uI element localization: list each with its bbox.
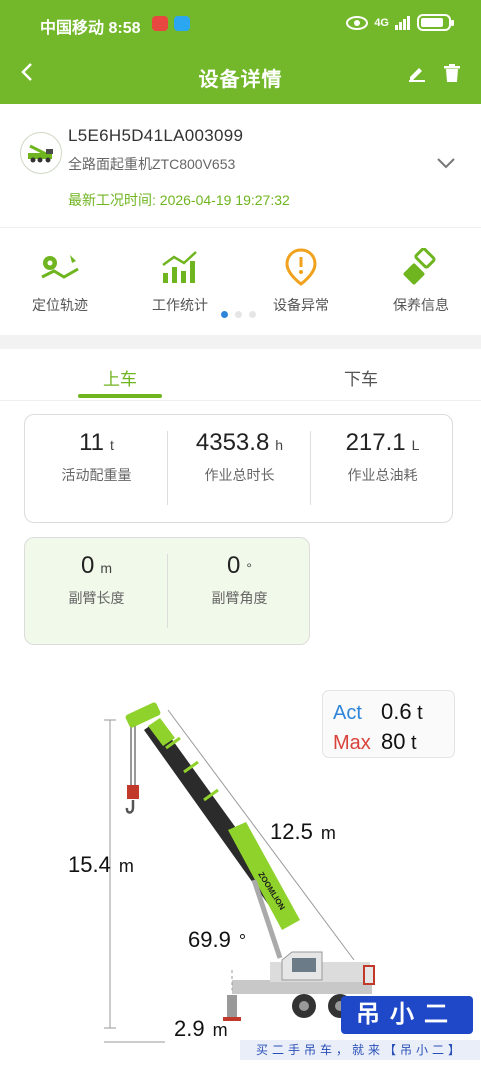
stat-value: 0: [80, 552, 95, 579]
jib-stats-card: 0m 副臂长度 0 ° 副臂角度: [24, 537, 310, 645]
stat-unit: t: [110, 437, 114, 453]
stat-unit: m: [100, 560, 113, 576]
nav-bar: 设备详情: [0, 46, 481, 104]
boom-length: 12.5 m: [270, 819, 336, 844]
stat-value: 217.1: [345, 429, 406, 456]
expand-button[interactable]: [436, 156, 456, 174]
watermark-logo: 吊小二: [341, 996, 473, 1034]
stat-jib-length: 0m 副臂长度: [25, 538, 168, 608]
stat-caption: 作业总油耗: [347, 467, 418, 483]
boom-angle: 69.9 °: [188, 927, 247, 952]
alert-icon: [285, 248, 317, 286]
shortcut-label: 设备异常: [273, 297, 329, 313]
shortcut-device-alert[interactable]: 设备异常: [246, 247, 356, 315]
stat-unit: h: [275, 437, 284, 453]
stat-total-hours: 4353.8 h 作业总时长: [168, 415, 311, 485]
stat-total-fuel: 217.1 L 作业总油耗: [311, 415, 454, 485]
page-dot: [249, 311, 256, 318]
device-avatar: [20, 132, 62, 174]
stat-value: 0: [227, 552, 241, 579]
notification-app-icon: [152, 16, 168, 31]
device-model: 全路面起重机ZTC800V653: [68, 156, 236, 172]
device-info-card[interactable]: L5E6H5D41LA003099 全路面起重机ZTC800V653 最新工况时…: [0, 104, 481, 228]
shortcut-label: 定位轨迹: [32, 297, 88, 313]
load-indicator: Act 0.6 t Max 80 t: [322, 690, 455, 758]
shortcut-label: 工作统计: [152, 297, 208, 313]
status-indicators: 4G: [346, 14, 454, 31]
pencil-icon: [409, 68, 425, 82]
status-carrier-time: 中国移动 8:58: [40, 20, 141, 37]
page-indicator: [221, 311, 256, 318]
page-dot: [235, 311, 242, 318]
work-stats-icon: [162, 251, 197, 283]
watermark-slogan: 买二手吊车，就来【吊小二】: [240, 1040, 480, 1060]
edit-button[interactable]: [408, 64, 426, 87]
tab-upper-vehicle[interactable]: 上车: [50, 365, 190, 390]
crane-height: 15.4 m: [68, 852, 134, 877]
maintenance-icon: [403, 248, 436, 285]
shortcut-work-stats[interactable]: 工作统计: [125, 247, 235, 315]
stat-unit: L: [411, 437, 420, 453]
status-bar: 中国移动 8:58 4G: [0, 0, 481, 46]
trash-icon: [444, 64, 460, 82]
network-type: 4G: [374, 16, 389, 29]
shortcut-location-track[interactable]: 定位轨迹: [5, 247, 115, 315]
outrigger: [227, 995, 237, 1017]
stat-caption: 作业总时长: [204, 467, 275, 483]
max-load: Max 80 t: [333, 729, 417, 754]
delete-button[interactable]: [444, 64, 460, 87]
battery-icon: [417, 14, 454, 31]
shortcut-maintenance[interactable]: 保养信息: [366, 247, 476, 315]
latest-condition-time: 最新工况时间: 2026-04-19 19:27:32: [68, 192, 290, 208]
working-radius: 2.9 m: [174, 1016, 228, 1041]
work-stats-card: 11 t 活动配重量 4353.8 h 作业总时长 217.1 L 作业总油耗: [24, 414, 453, 523]
actual-load: Act 0.6 t: [333, 699, 423, 724]
shortcut-menu: 定位轨迹 工作统计 设备异常 保养信息: [0, 229, 481, 335]
crane-truck-icon: [28, 144, 53, 163]
signal-icon: [395, 15, 410, 30]
chevron-down-icon: [437, 158, 455, 169]
stat-unit: °: [246, 560, 252, 576]
tab-lower-vehicle[interactable]: 下车: [291, 365, 431, 390]
stat-counterweight: 11 t 活动配重量: [25, 415, 168, 485]
tab-bar: 上车 下车: [0, 349, 481, 401]
stat-caption: 副臂角度: [211, 590, 268, 606]
device-serial: L5E6H5D41LA003099: [68, 126, 244, 145]
stat-caption: 活动配重量: [61, 467, 132, 483]
eye-icon: [346, 15, 369, 30]
tab-active-indicator: [78, 394, 162, 398]
section-divider: [0, 335, 481, 349]
message-app-icon: [174, 16, 190, 31]
crane-carrier: [232, 980, 372, 994]
stat-value: 4353.8: [195, 429, 270, 456]
shortcut-label: 保养信息: [393, 297, 449, 313]
hook: [125, 800, 135, 814]
stat-jib-angle: 0 ° 副臂角度: [168, 538, 311, 608]
stat-value: 11: [79, 429, 105, 456]
stat-caption: 副臂长度: [68, 590, 125, 606]
page-dot-active: [221, 311, 228, 318]
hook-block: [127, 785, 139, 799]
location-track-icon: [41, 255, 79, 279]
